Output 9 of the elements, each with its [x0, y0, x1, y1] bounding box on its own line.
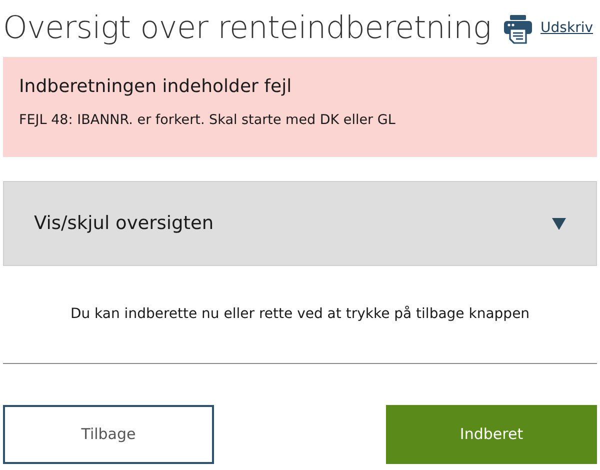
submit-button[interactable]: Indberet: [386, 405, 597, 464]
page-title: Oversigt over renteindberetning: [3, 10, 492, 48]
error-message: FEJL 48: IBANNR. er forkert. Skal starte med DK eller GL: [19, 111, 396, 130]
accordion-toggle[interactable]: Vis/skjul oversigten: [3, 181, 597, 266]
print-link[interactable]: Udskriv: [540, 18, 593, 39]
printer-icon[interactable]: [502, 14, 533, 44]
error-heading: Indberetningen indeholder fejl: [19, 75, 293, 99]
info-text: Du kan indberette nu eller rette ved at trykke på tilbage knappen: [69, 304, 531, 324]
back-button[interactable]: Tilbage: [3, 405, 214, 464]
